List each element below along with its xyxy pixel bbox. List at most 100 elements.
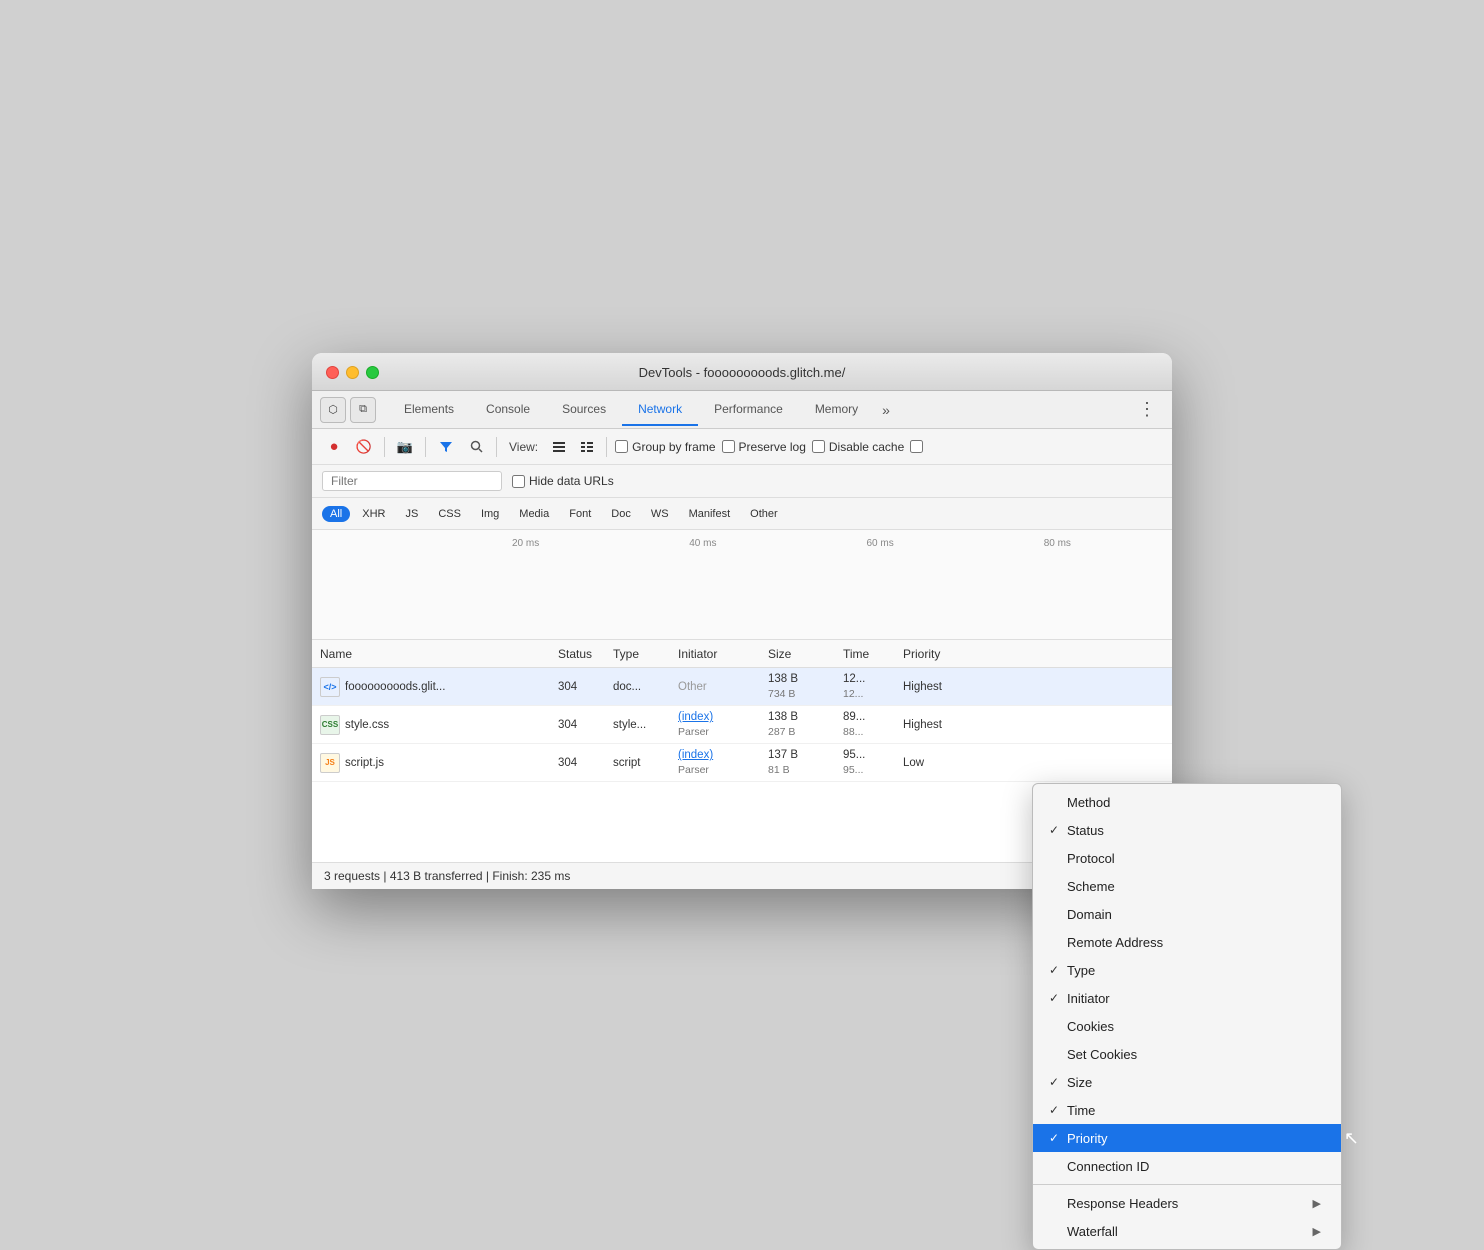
menu-check-status: ✓ <box>1049 823 1067 837</box>
menu-label-method: Method <box>1067 795 1321 810</box>
type-btn-js[interactable]: JS <box>397 506 426 522</box>
tab-sources[interactable]: Sources <box>546 394 622 426</box>
type-btn-manifest[interactable]: Manifest <box>681 506 739 522</box>
menu-item-initiator[interactable]: ✓ Initiator <box>1033 984 1341 1012</box>
menu-item-method[interactable]: Method <box>1033 788 1341 816</box>
layers-icon-btn[interactable]: ⧉ <box>350 397 376 423</box>
close-button[interactable] <box>326 366 339 379</box>
toolbar-separator-1 <box>384 437 385 457</box>
disable-cache-checkbox[interactable]: Disable cache <box>812 440 904 454</box>
tabbar: ⬡ ⧉ Elements Console Sources Network Per… <box>312 391 1172 429</box>
menu-item-priority[interactable]: ✓ Priority ↖ <box>1033 1124 1341 1152</box>
tabs-container: Elements Console Sources Network Perform… <box>388 394 1126 426</box>
menu-check-size: ✓ <box>1049 1075 1067 1089</box>
menu-label-waterfall: Waterfall <box>1067 1224 1313 1239</box>
row-time: 12... 12... <box>837 667 897 706</box>
maximize-button[interactable] <box>366 366 379 379</box>
col-header-priority[interactable]: Priority <box>897 643 967 665</box>
tab-more-button[interactable]: » <box>874 398 898 422</box>
filter-bar: Hide data URLs <box>312 465 1172 498</box>
tab-performance[interactable]: Performance <box>698 394 799 426</box>
type-btn-img[interactable]: Img <box>473 506 507 522</box>
view-tree-button[interactable] <box>576 436 598 458</box>
table-row[interactable]: </> fooooooooods.glit... 304 doc... Othe… <box>312 668 1172 706</box>
col-header-name[interactable]: Name <box>312 643 552 665</box>
type-btn-doc[interactable]: Doc <box>603 506 639 522</box>
menu-item-type[interactable]: ✓ Type <box>1033 956 1341 984</box>
context-menu: Method ✓ Status Protocol Scheme Domain R… <box>1032 783 1342 1250</box>
menu-item-size[interactable]: ✓ Size <box>1033 1068 1341 1096</box>
menu-item-protocol[interactable]: Protocol <box>1033 844 1341 872</box>
menu-item-connection-id[interactable]: Connection ID <box>1033 1152 1341 1180</box>
col-header-time[interactable]: Time <box>837 643 897 665</box>
menu-label-priority: Priority <box>1067 1131 1321 1146</box>
menu-label-protocol: Protocol <box>1067 851 1321 866</box>
row-priority: Highest <box>897 677 967 697</box>
hide-data-urls-checkbox[interactable]: Hide data URLs <box>512 474 614 488</box>
cursor-icon-btn[interactable]: ⬡ <box>320 397 346 423</box>
type-btn-xhr[interactable]: XHR <box>354 506 393 522</box>
type-btn-media[interactable]: Media <box>511 506 557 522</box>
col-header-status[interactable]: Status <box>552 643 607 665</box>
group-by-frame-checkbox[interactable]: Group by frame <box>615 440 715 454</box>
row-name-cell: </> fooooooooods.glit... <box>312 673 552 701</box>
type-btn-ws[interactable]: WS <box>643 506 677 522</box>
menu-label-time: Time <box>1067 1103 1321 1118</box>
toolbar-separator-4 <box>606 437 607 457</box>
tab-memory[interactable]: Memory <box>799 394 874 426</box>
tick-20ms: 20 ms <box>512 538 539 549</box>
clear-button[interactable]: 🚫 <box>352 435 376 459</box>
submenu-arrow-waterfall: ▶ <box>1313 1225 1321 1238</box>
type-btn-other[interactable]: Other <box>742 506 786 522</box>
menu-label-status: Status <box>1067 823 1321 838</box>
menu-check-time: ✓ <box>1049 1103 1067 1117</box>
window-title: DevTools - fooooooooods.glitch.me/ <box>328 365 1156 380</box>
table-row[interactable]: JS script.js 304 script (index) Parser 1… <box>312 744 1172 782</box>
menu-label-scheme: Scheme <box>1067 879 1321 894</box>
tick-60ms: 60 ms <box>866 538 893 549</box>
preserve-log-checkbox[interactable]: Preserve log <box>722 440 806 454</box>
menu-item-cookies[interactable]: Cookies <box>1033 1012 1341 1040</box>
menu-item-scheme[interactable]: Scheme <box>1033 872 1341 900</box>
tab-elements[interactable]: Elements <box>388 394 470 426</box>
row-name-cell: CSS style.css <box>312 711 552 739</box>
menu-check-priority: ✓ <box>1049 1131 1067 1145</box>
col-header-type[interactable]: Type <box>607 643 672 665</box>
table-row[interactable]: CSS style.css 304 style... (index) Parse… <box>312 706 1172 744</box>
timeline-area: 20 ms 40 ms 60 ms 80 ms 100 ms <box>312 530 1172 640</box>
row-initiator: (index) Parser <box>672 705 762 744</box>
search-button[interactable] <box>464 435 488 459</box>
menu-item-set-cookies[interactable]: Set Cookies <box>1033 1040 1341 1068</box>
filter-input[interactable] <box>322 471 502 491</box>
menu-item-remote-address[interactable]: Remote Address <box>1033 928 1341 956</box>
menu-item-domain[interactable]: Domain <box>1033 900 1341 928</box>
menu-item-response-headers[interactable]: Response Headers ▶ <box>1033 1189 1341 1217</box>
view-list-button[interactable] <box>548 436 570 458</box>
tab-console[interactable]: Console <box>470 394 546 426</box>
tick-80ms: 80 ms <box>1044 538 1071 549</box>
menu-label-initiator: Initiator <box>1067 991 1321 1006</box>
status-text: 3 requests | 413 B transferred | Finish:… <box>324 869 570 883</box>
offline-checkbox[interactable] <box>910 440 923 453</box>
row-filename: style.css <box>345 719 389 731</box>
type-btn-font[interactable]: Font <box>561 506 599 522</box>
minimize-button[interactable] <box>346 366 359 379</box>
doc-icon: </> <box>320 677 340 697</box>
type-btn-all[interactable]: All <box>322 506 350 522</box>
menu-item-waterfall[interactable]: Waterfall ▶ <box>1033 1217 1341 1245</box>
filter-button[interactable] <box>434 435 458 459</box>
menu-label-response-headers: Response Headers <box>1067 1196 1313 1211</box>
menu-item-time[interactable]: ✓ Time <box>1033 1096 1341 1124</box>
row-status: 304 <box>552 753 607 773</box>
tab-network[interactable]: Network <box>622 394 698 426</box>
col-header-size[interactable]: Size <box>762 643 837 665</box>
table-header: Name Status Type Initiator Size Time Pri… <box>312 640 1172 668</box>
col-header-initiator[interactable]: Initiator <box>672 643 762 665</box>
menu-item-status[interactable]: ✓ Status <box>1033 816 1341 844</box>
record-button[interactable]: ● <box>322 435 346 459</box>
type-btn-css[interactable]: CSS <box>430 506 469 522</box>
row-status: 304 <box>552 715 607 735</box>
camera-button[interactable]: 📷 <box>393 435 417 459</box>
devtools-menu-button[interactable]: ⋮ <box>1130 395 1164 424</box>
menu-check-initiator: ✓ <box>1049 991 1067 1005</box>
